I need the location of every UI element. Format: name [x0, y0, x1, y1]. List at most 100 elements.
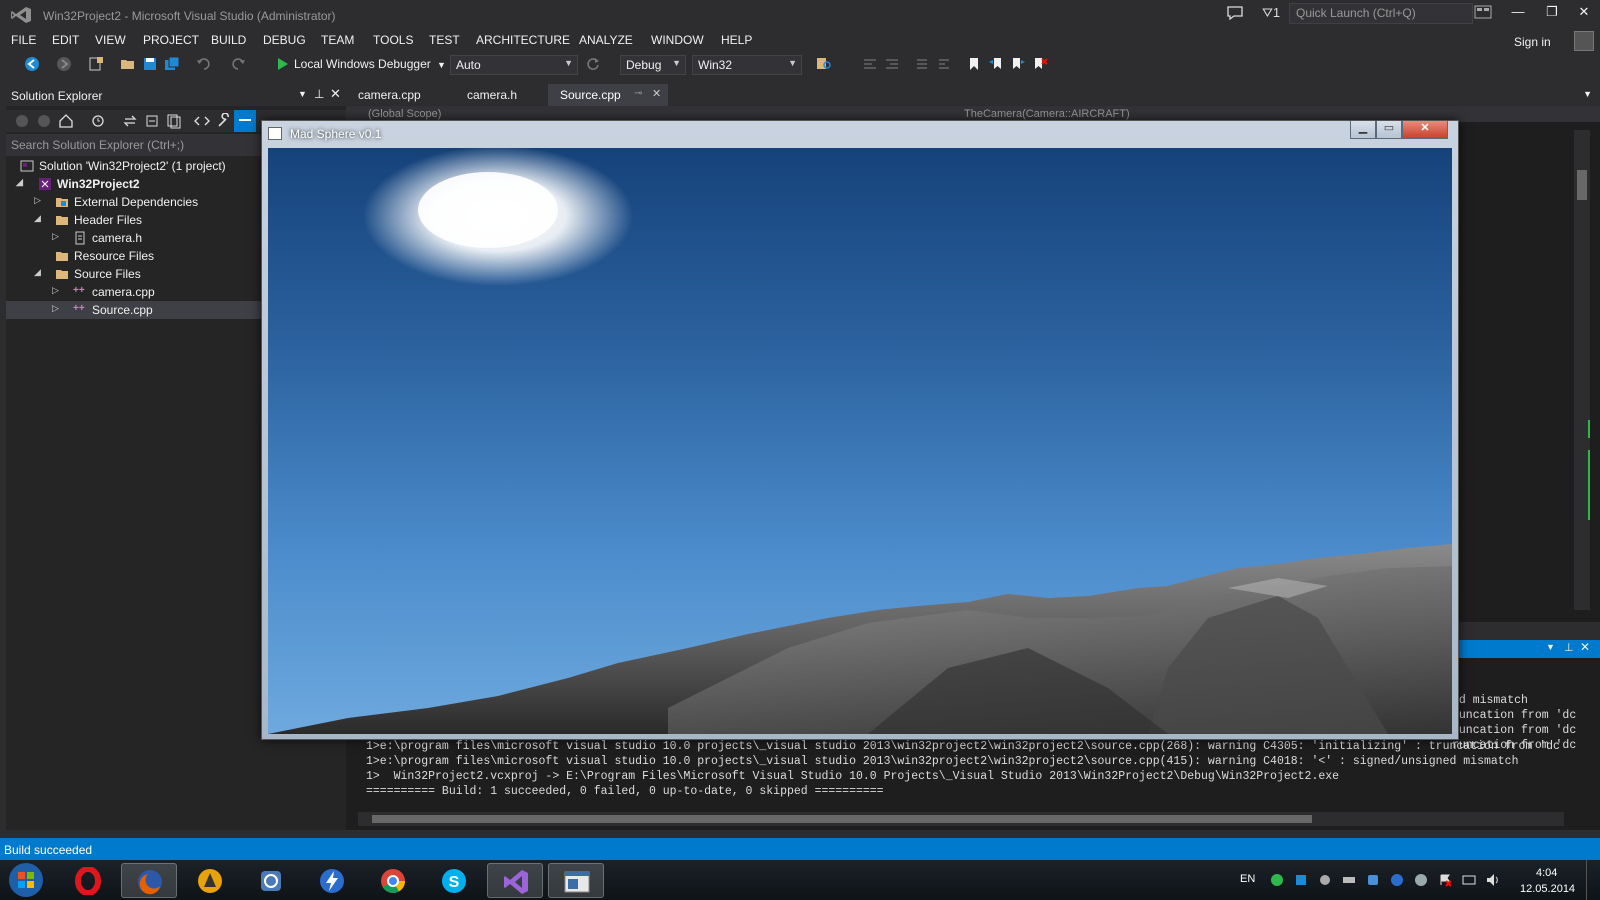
- feedback-flag[interactable]: ⛛1: [1262, 5, 1280, 21]
- tab-camera-h[interactable]: camera.h: [467, 88, 517, 102]
- pin-tab-icon[interactable]: ⊸: [634, 88, 642, 99]
- windows-start-icon[interactable]: [8, 862, 44, 898]
- platform-dropdown[interactable]: Win32 ▼: [692, 55, 802, 75]
- menu-analyze[interactable]: ANALYZE: [579, 33, 633, 47]
- open-file-icon[interactable]: [120, 56, 136, 72]
- minimize-button[interactable]: —: [1504, 4, 1532, 24]
- close-panel-icon[interactable]: ✕: [1580, 640, 1590, 654]
- tree-item-resource-files[interactable]: Resource Files: [6, 247, 264, 265]
- tree-item-external-dependencies[interactable]: ▷ External Dependencies: [6, 193, 264, 211]
- tree-item-source-cpp[interactable]: ▷ ++ Source.cpp: [6, 301, 264, 319]
- comment-icon[interactable]: [914, 56, 930, 72]
- scrollbar-thumb[interactable]: [1577, 170, 1587, 200]
- taskbar-chrome[interactable]: [365, 863, 421, 898]
- auto-dropdown[interactable]: Auto ▼: [450, 55, 578, 75]
- collapse-all-icon[interactable]: [144, 113, 160, 129]
- menu-build[interactable]: BUILD: [211, 33, 246, 47]
- bookmark-icon[interactable]: [966, 56, 982, 72]
- scope-dropdown[interactable]: (Global Scope): [368, 108, 441, 120]
- restore-button[interactable]: ❐: [1538, 4, 1566, 24]
- tab-camera-cpp[interactable]: camera.cpp: [358, 88, 421, 102]
- pin-icon[interactable]: ⊥: [314, 87, 324, 101]
- menu-window[interactable]: WINDOW: [651, 33, 704, 47]
- local-windows-debugger-button[interactable]: Local Windows Debugger: [294, 57, 431, 71]
- forward-icon[interactable]: [56, 56, 72, 72]
- mad-sphere-window[interactable]: Mad Sphere v0.1 ▁ ▭ ✕: [261, 120, 1459, 740]
- game-maximize-button[interactable]: ▭: [1376, 121, 1402, 139]
- save-icon[interactable]: [142, 56, 158, 72]
- start-debugging-icon[interactable]: [275, 56, 291, 72]
- menu-team[interactable]: TEAM: [321, 33, 354, 47]
- tree-item-header-files[interactable]: ◢ Header Files: [6, 211, 264, 229]
- menu-test[interactable]: TEST: [429, 33, 460, 47]
- tray-display-icon[interactable]: [1462, 873, 1476, 887]
- align-icon[interactable]: [862, 56, 878, 72]
- pin-icon[interactable]: ⊥: [1564, 641, 1574, 654]
- member-dropdown[interactable]: TheCamera(Camera::AIRCRAFT): [964, 108, 1130, 120]
- collapsed-arrow-icon[interactable]: ▷: [34, 195, 41, 206]
- undo-icon[interactable]: [196, 56, 212, 72]
- close-tab-icon[interactable]: ✕: [652, 87, 661, 100]
- find-in-files-icon[interactable]: [816, 56, 832, 72]
- tree-item-source-files[interactable]: ◢ Source Files: [6, 265, 264, 283]
- taskbar-app[interactable]: [243, 863, 299, 898]
- tree-item-camera-h[interactable]: ▷ camera.h: [6, 229, 264, 247]
- scrollbar-thumb[interactable]: [372, 815, 1312, 823]
- tray-update-icon[interactable]: [1270, 873, 1284, 887]
- close-panel-icon[interactable]: ✕: [330, 86, 341, 102]
- clear-bookmarks-icon[interactable]: [1032, 56, 1048, 72]
- tray-steam-icon[interactable]: [1414, 873, 1428, 887]
- output-horizontal-scrollbar[interactable]: [358, 812, 1564, 826]
- tray-flash-icon[interactable]: [1390, 873, 1404, 887]
- expanded-arrow-icon[interactable]: ◢: [34, 213, 41, 224]
- taskbar-visual-studio[interactable]: [487, 863, 543, 898]
- uncomment-icon[interactable]: [936, 56, 952, 72]
- quick-launch-input[interactable]: Quick Launch (Ctrl+Q): [1289, 3, 1473, 24]
- tray-network-icon[interactable]: [1294, 873, 1308, 887]
- taskbar-firefox[interactable]: [121, 863, 177, 898]
- debugger-dropdown-icon[interactable]: ▼: [437, 60, 446, 70]
- menu-debug[interactable]: DEBUG: [263, 33, 306, 47]
- new-project-icon[interactable]: [88, 56, 104, 72]
- panel-dropdown-icon[interactable]: ▼: [1546, 642, 1555, 652]
- taskbar-skype[interactable]: S: [426, 863, 482, 898]
- taskbar-flash[interactable]: [304, 863, 360, 898]
- menu-architecture[interactable]: ARCHITECTURE: [476, 33, 570, 47]
- clock-time[interactable]: 4:04: [1536, 867, 1557, 879]
- history-icon[interactable]: [90, 113, 106, 129]
- menu-file[interactable]: FILE: [11, 33, 36, 47]
- game-render-viewport[interactable]: [268, 148, 1452, 734]
- close-window-button[interactable]: ✕: [1570, 4, 1598, 24]
- configuration-dropdown[interactable]: Debug ▼: [620, 55, 686, 75]
- preview-selected-button[interactable]: [234, 110, 256, 132]
- next-bookmark-icon[interactable]: [1010, 56, 1026, 72]
- tray-chat-icon[interactable]: [1366, 873, 1380, 887]
- sign-in-link[interactable]: Sign in: [1514, 35, 1551, 49]
- tab-overflow-icon[interactable]: ▼: [1583, 89, 1592, 99]
- tree-item-project[interactable]: ◢ Win32Project2: [6, 175, 264, 193]
- show-all-files-icon[interactable]: [166, 113, 182, 129]
- language-indicator[interactable]: EN: [1240, 873, 1255, 885]
- menu-tools[interactable]: TOOLS: [373, 33, 413, 47]
- editor-vertical-scrollbar[interactable]: [1574, 130, 1590, 610]
- taskbar-opera[interactable]: [60, 863, 116, 898]
- solution-explorer-search-input[interactable]: Search Solution Explorer (Ctrl+;): [6, 134, 264, 156]
- refresh-icon[interactable]: [585, 56, 601, 72]
- save-all-icon[interactable]: [164, 56, 180, 72]
- view-code-icon[interactable]: [194, 113, 210, 129]
- back-icon[interactable]: [14, 113, 30, 129]
- game-window-titlebar[interactable]: Mad Sphere v0.1 ▁ ▭ ✕: [262, 121, 1458, 147]
- tray-action-center-icon[interactable]: [1438, 873, 1452, 887]
- redo-icon[interactable]: [230, 56, 246, 72]
- avatar[interactable]: [1574, 31, 1594, 51]
- sync-icon[interactable]: [122, 113, 138, 129]
- tree-item-camera-cpp[interactable]: ▷ ++ camera.cpp: [6, 283, 264, 301]
- forward-icon[interactable]: [36, 113, 52, 129]
- menu-project[interactable]: PROJECT: [143, 33, 199, 47]
- volume-icon[interactable]: [1486, 873, 1500, 887]
- taskbar-window-app[interactable]: [548, 863, 604, 898]
- expanded-arrow-icon[interactable]: ◢: [16, 177, 23, 188]
- expanded-arrow-icon[interactable]: ◢: [34, 267, 41, 278]
- back-icon[interactable]: [24, 56, 40, 72]
- menu-view[interactable]: VIEW: [95, 33, 126, 47]
